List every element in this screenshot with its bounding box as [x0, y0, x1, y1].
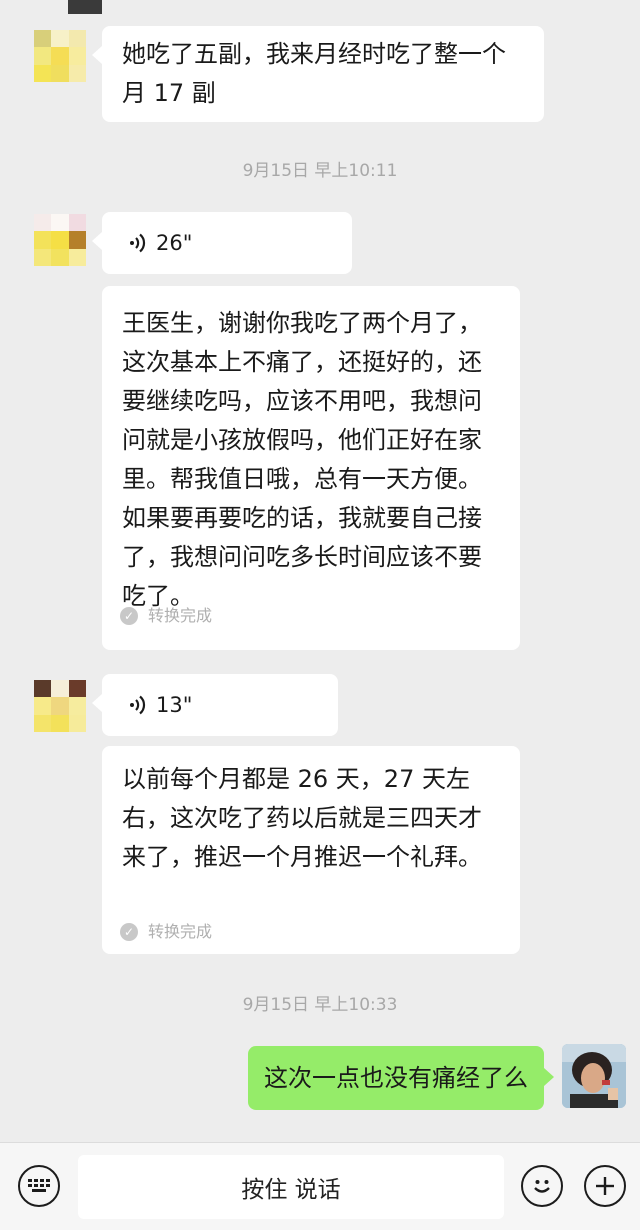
voice-duration: 13" [156, 692, 193, 717]
hold-to-talk-button[interactable]: 按住 说话 [78, 1155, 504, 1219]
user-photo [562, 1044, 626, 1108]
chat-area[interactable]: 她吃了五副，我来月经时吃了整一个月 17 副 9月15日 早上10:11 26"… [0, 0, 640, 1140]
transcription-text: 王医生，谢谢你我吃了两个月了，这次基本上不痛了，还挺好的，还要继续吃吗，应该不用… [122, 309, 482, 610]
voice-message-bubble[interactable]: 13" [92, 674, 338, 736]
keyboard-icon[interactable] [18, 1165, 60, 1207]
conversion-status: 转换完成 [148, 922, 213, 941]
contact-avatar[interactable] [34, 30, 86, 82]
emoji-icon[interactable] [521, 1165, 563, 1207]
message-text: 这次一点也没有痛经了么 [264, 1064, 528, 1092]
voice-wave-icon [130, 233, 146, 253]
contact-avatar[interactable] [34, 214, 86, 266]
check-icon: ✓ [120, 923, 138, 941]
sent-message-bubble[interactable]: 这次一点也没有痛经了么 [248, 1046, 554, 1110]
transcription-text: 以前每个月都是 26 天，27 天左右，这次吃了药以后就是三四天才来了，推迟一个… [122, 765, 482, 871]
input-bar: 按住 说话 [0, 1142, 640, 1230]
transcription-bubble[interactable]: 以前每个月都是 26 天，27 天左右，这次吃了药以后就是三四天才来了，推迟一个… [102, 746, 520, 954]
contact-avatar[interactable] [34, 680, 86, 732]
timestamp: 9月15日 早上10:33 [242, 995, 398, 1015]
transcription-bubble[interactable]: 王医生，谢谢你我吃了两个月了，这次基本上不痛了，还挺好的，还要继续吃吗，应该不用… [102, 286, 520, 650]
user-avatar[interactable] [562, 1044, 626, 1108]
voice-message-bubble[interactable]: 26" [92, 212, 352, 274]
voice-wave-icon [130, 695, 146, 715]
plus-icon[interactable] [584, 1165, 626, 1207]
check-icon: ✓ [120, 607, 138, 625]
message-text: 她吃了五副，我来月经时吃了整一个月 17 副 [122, 40, 506, 107]
received-message-bubble[interactable]: 她吃了五副，我来月经时吃了整一个月 17 副 [92, 26, 544, 122]
conversion-status: 转换完成 [148, 606, 213, 625]
voice-duration: 26" [156, 230, 193, 255]
timestamp: 9月15日 早上10:11 [242, 161, 398, 181]
